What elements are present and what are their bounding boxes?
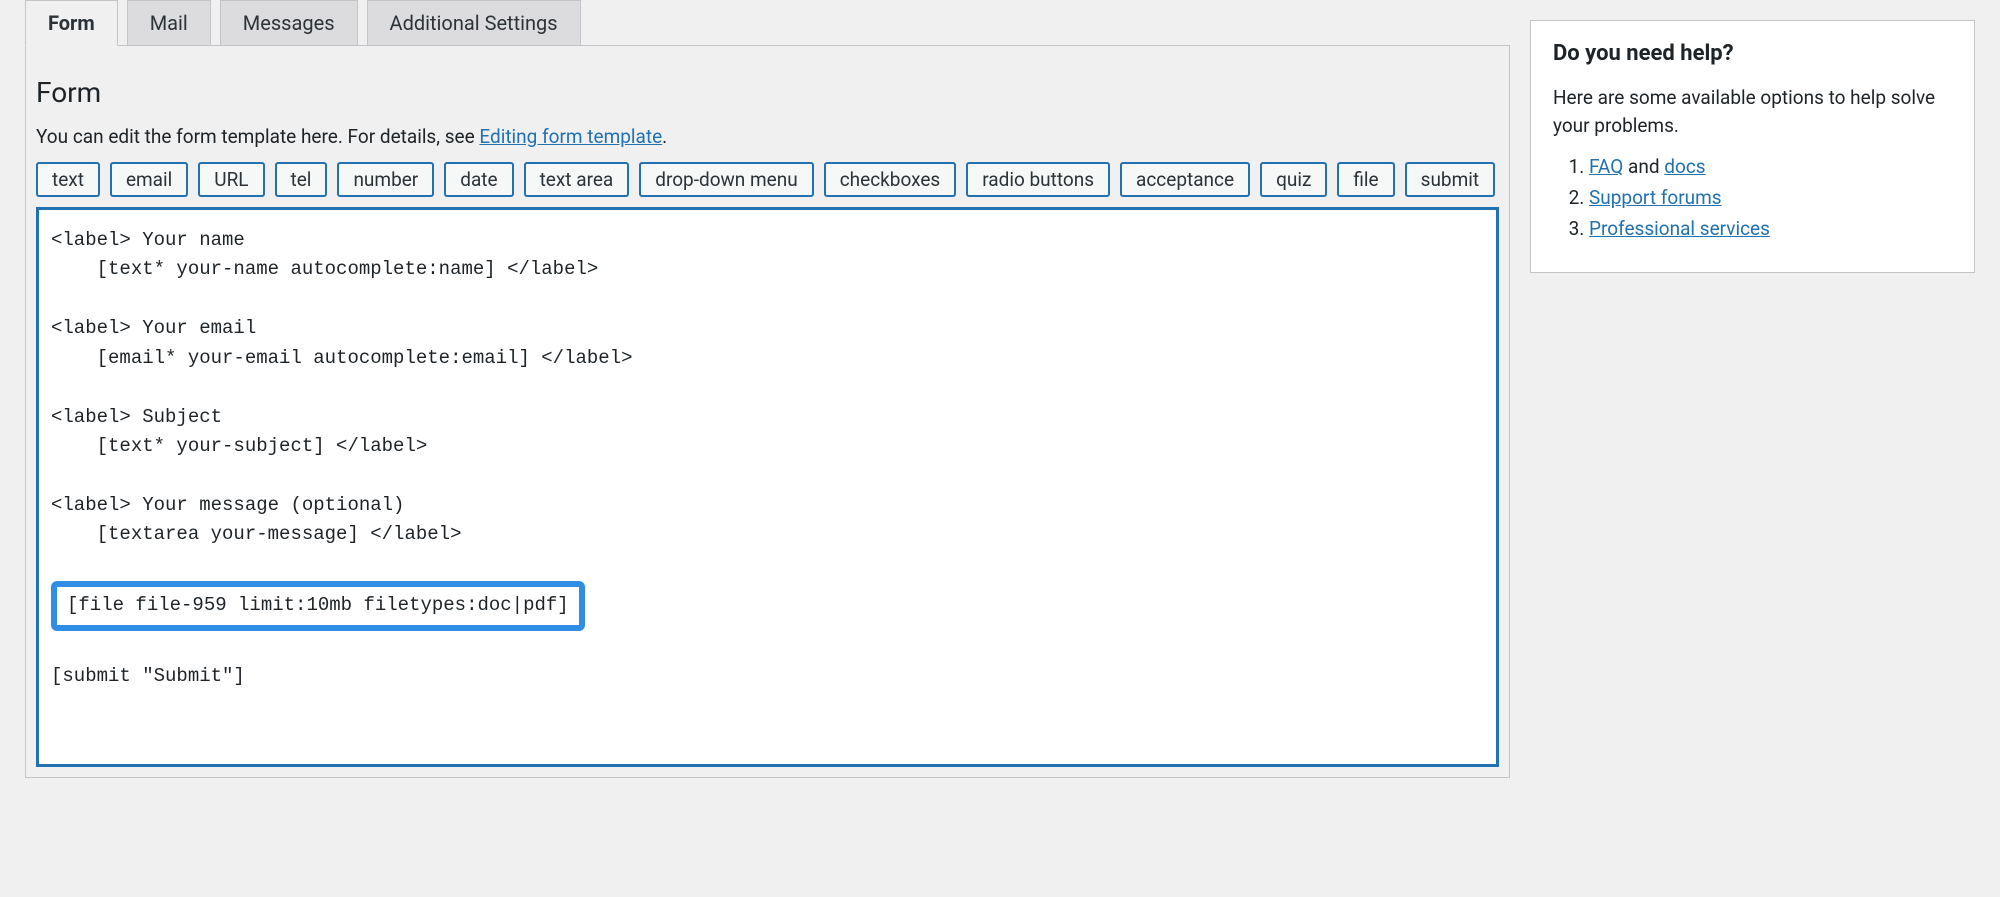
help-and-text: and [1623,155,1664,178]
tag-btn-checkboxes[interactable]: checkboxes [824,162,957,197]
tab-form[interactable]: Form [25,0,118,46]
code-line: <label> Subject [51,406,222,428]
panel-title: Form [36,76,1499,109]
code-line: [textarea your-message] </label> [51,523,461,545]
tab-messages[interactable]: Messages [220,0,358,45]
tag-btn-file[interactable]: file [1337,162,1394,197]
docs-link[interactable]: docs [1664,155,1705,178]
tag-btn-date[interactable]: date [444,162,513,197]
tag-btn-submit[interactable]: submit [1405,162,1495,197]
code-line: [email* your-email autocomplete:email] <… [51,347,633,369]
tag-btn-text[interactable]: text [36,162,100,197]
tag-btn-quiz[interactable]: quiz [1260,162,1327,197]
tag-btn-textarea[interactable]: text area [524,162,630,197]
help-sidebar: Do you need help? Here are some availabl… [1530,20,1975,273]
faq-link[interactable]: FAQ [1589,155,1623,178]
tab-list: Form Mail Messages Additional Settings [25,0,1510,45]
help-list: FAQ and docs Support forums Professional… [1553,155,1952,240]
panel-desc-text: You can edit the form template here. For… [36,125,479,148]
panel-desc-post: . [662,125,667,148]
code-line: <label> Your email [51,317,256,339]
tag-btn-number[interactable]: number [337,162,434,197]
editing-template-link[interactable]: Editing form template [479,125,662,148]
help-title: Do you need help? [1553,41,1952,66]
tag-btn-dropdown[interactable]: drop-down menu [639,162,813,197]
code-line: <label> Your name [51,229,245,251]
code-line: [submit "Submit"] [51,665,245,687]
help-item-pro: Professional services [1589,217,1952,240]
code-line: <label> Your message (optional) [51,494,404,516]
tag-btn-url[interactable]: URL [198,162,264,197]
code-line: [text* your-subject] </label> [51,435,427,457]
highlighted-file-tag: [file file-959 limit:10mb filetypes:doc|… [51,581,585,630]
tag-btn-acceptance[interactable]: acceptance [1120,162,1250,197]
code-line: [text* your-name autocomplete:name] </la… [51,258,598,280]
help-intro: Here are some available options to help … [1553,84,1952,139]
form-panel: Form You can edit the form template here… [25,45,1510,778]
tab-additional-settings[interactable]: Additional Settings [367,0,581,45]
panel-description: You can edit the form template here. For… [36,125,1499,148]
tag-btn-tel[interactable]: tel [275,162,328,197]
tag-btn-email[interactable]: email [110,162,188,197]
tab-mail[interactable]: Mail [127,0,211,45]
tag-btn-radio[interactable]: radio buttons [966,162,1110,197]
tag-button-row: text email URL tel number date text area… [36,162,1499,197]
form-template-editor[interactable]: <label> Your name [text* your-name autoc… [36,207,1499,767]
professional-services-link[interactable]: Professional services [1589,217,1770,240]
support-forums-link[interactable]: Support forums [1589,186,1722,209]
help-item-faq: FAQ and docs [1589,155,1952,178]
help-item-support: Support forums [1589,186,1952,209]
